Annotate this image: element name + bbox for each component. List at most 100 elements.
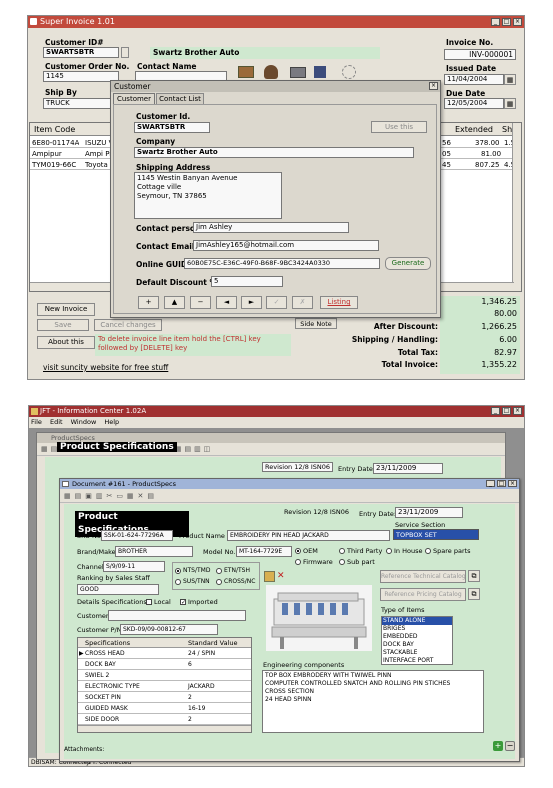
post-button[interactable]: ✓ — [266, 296, 287, 309]
service-select[interactable]: TOPBOX SET — [393, 529, 479, 540]
person-icon[interactable] — [264, 65, 278, 79]
col-specifications[interactable]: Specifications — [85, 638, 130, 648]
list-item[interactable]: STAND ALONE — [382, 617, 452, 625]
brand-field[interactable]: BROTHER — [115, 546, 193, 557]
ref-tech-button[interactable]: Reference Technical Catalog — [380, 570, 466, 583]
radio-oem[interactable]: OEM — [295, 547, 318, 555]
order-no-field[interactable]: 1145 — [43, 71, 119, 82]
list-item[interactable]: EMBEDDED — [382, 633, 452, 641]
calendar-icon[interactable] — [238, 66, 254, 78]
contact-email-field[interactable]: JimAshley165@hotmail.com — [193, 240, 379, 251]
ref-price-button[interactable]: Reference Pricing Catalog — [380, 588, 466, 601]
model-field[interactable]: MT-164-7729E — [236, 546, 292, 557]
shipping-address-field[interactable]: 1145 Westin Banyan Avenue Cottage ville … — [134, 172, 282, 219]
specs-hscrollbar[interactable] — [78, 725, 251, 732]
close-button[interactable]: × — [513, 18, 522, 26]
vertical-scrollbar[interactable] — [512, 123, 521, 291]
local-checkbox[interactable]: Local — [146, 598, 171, 606]
list-item[interactable]: DOCK BAY — [382, 641, 452, 649]
doc-minimize-button[interactable]: _ — [486, 480, 495, 487]
menu-file[interactable]: File — [31, 418, 42, 426]
cpn-field[interactable]: SKD-09/09-00812-67 — [120, 624, 218, 635]
radio-spare-parts[interactable]: Spare parts — [425, 547, 471, 555]
first-record-button[interactable]: ▲ — [164, 296, 185, 309]
product-name-field[interactable]: EMBROIDERY PIN HEAD JACKARD — [227, 530, 390, 541]
col-extended[interactable]: Extended — [455, 125, 493, 134]
menu-window[interactable]: Window — [71, 418, 97, 426]
ref-price-open-button[interactable]: ⧉ — [468, 588, 480, 600]
invoice-no-field[interactable]: INV-000001 — [444, 49, 516, 60]
menu-help[interactable]: Help — [104, 418, 119, 426]
new-invoice-button[interactable]: New Invoice — [37, 303, 95, 316]
issued-calendar-button[interactable]: ▦ — [504, 74, 516, 85]
website-link[interactable]: visit suncity website for free stuff — [43, 363, 168, 372]
delete-image-icon[interactable]: ✕ — [277, 571, 288, 582]
due-date-field[interactable]: 12/05/2004 — [444, 98, 504, 109]
imported-checkbox[interactable]: ✓ Imported — [180, 598, 218, 606]
radio-sub-part[interactable]: Sub part — [339, 558, 375, 566]
radio-nts[interactable]: NTS/TMD — [175, 567, 210, 574]
doc-maximize-button[interactable]: □ — [497, 480, 506, 487]
remove-attachment-button[interactable]: − — [505, 741, 515, 751]
delete-record-button[interactable]: − — [190, 296, 211, 309]
customer-lookup-button[interactable] — [121, 47, 129, 58]
save-button[interactable]: Save — [37, 319, 89, 331]
cancel-record-button[interactable]: ✗ — [292, 296, 313, 309]
printer-icon[interactable] — [290, 67, 306, 78]
money-icon[interactable] — [342, 65, 356, 79]
add-attachment-button[interactable]: + — [493, 741, 503, 751]
tab-contact-list[interactable]: Contact List — [156, 93, 204, 104]
radio-etn[interactable]: ETN/TSH — [216, 567, 250, 574]
rank-select[interactable]: GOOD — [77, 584, 159, 595]
listing-button[interactable]: Listing — [320, 296, 358, 309]
guid-field[interactable]: 60B0E75C-E36C-49F0-B68F-9BC3424A0330 — [184, 258, 380, 269]
jft-close-button[interactable]: × — [513, 407, 522, 415]
menu-edit[interactable]: Edit — [50, 418, 63, 426]
bg-entry-date[interactable]: 23/11/2009 — [373, 463, 443, 474]
dialog-close-button[interactable]: × — [429, 82, 438, 90]
cust-id-field[interactable]: SWARTSBTR — [134, 122, 210, 133]
list-item[interactable]: INTERFACE PORT — [382, 657, 452, 665]
specs-grid[interactable]: Specifications Standard Value ▶ CROSS HEA… — [77, 637, 252, 733]
radio-cross[interactable]: CROSS/NC — [216, 578, 255, 585]
col-item-code[interactable]: Item Code — [34, 125, 75, 134]
jft-maximize-button[interactable]: □ — [502, 407, 511, 415]
company-field[interactable]: Swartz Brother Auto — [134, 147, 414, 158]
radio-sus[interactable]: SUS/TNN — [175, 578, 210, 585]
doc-close-button[interactable]: × — [508, 480, 517, 487]
radio-firmware[interactable]: Firmware — [295, 558, 333, 566]
table-row[interactable]: ▶ CROSS HEAD 24 / SPIN — [78, 649, 251, 659]
generate-button[interactable]: Generate — [385, 257, 431, 270]
table-row[interactable]: SIDE DOOR 2 — [78, 715, 251, 725]
type-items-list[interactable]: STAND ALONE BRIGES EMBEDDED DOCK BAY STA… — [381, 616, 453, 665]
table-row[interactable]: ELECTRONIC TYPE JACKARD — [78, 682, 251, 692]
side-note-button[interactable]: Side Note — [295, 318, 337, 329]
table-row[interactable]: GUIDED MASK 16-19 — [78, 704, 251, 714]
issued-date-field[interactable]: 11/04/2004 — [444, 74, 504, 85]
radio-in-house[interactable]: In House — [386, 547, 422, 555]
open-image-icon[interactable] — [264, 571, 275, 582]
list-item[interactable]: BRIGES — [382, 625, 452, 633]
due-calendar-button[interactable]: ▦ — [504, 98, 516, 109]
maximize-button[interactable]: □ — [502, 18, 511, 26]
customer-id-field[interactable]: SWARTSBTR — [43, 47, 119, 58]
use-this-button[interactable]: Use this — [371, 121, 427, 133]
list-item[interactable]: STACKABLE — [382, 649, 452, 657]
col-sh[interactable]: Sh — [502, 125, 512, 134]
table-row[interactable]: SWIEL 2 — [78, 671, 251, 681]
col-standard-value[interactable]: Standard Value — [188, 638, 238, 648]
discount-field[interactable]: 5 — [211, 276, 283, 287]
channel-field[interactable]: S/9/09-11 — [103, 561, 165, 572]
sku-field[interactable]: SSK-01-624-77296A — [101, 530, 173, 541]
jft-minimize-button[interactable]: _ — [491, 407, 500, 415]
doc-entry-date[interactable]: 23/11/2009 — [395, 507, 463, 518]
prev-record-button[interactable]: ◄ — [216, 296, 237, 309]
contact-person-field[interactable]: Jim Ashley — [193, 222, 349, 233]
about-button[interactable]: About this — [37, 336, 95, 349]
table-row[interactable]: SOCKET PIN 2 — [78, 693, 251, 703]
customer-select[interactable] — [108, 610, 246, 621]
minimize-button[interactable]: _ — [491, 18, 500, 26]
cancel-changes-button[interactable]: Cancel changes — [94, 319, 162, 331]
floppy-icon[interactable] — [314, 66, 326, 78]
ref-tech-open-button[interactable]: ⧉ — [468, 570, 480, 582]
